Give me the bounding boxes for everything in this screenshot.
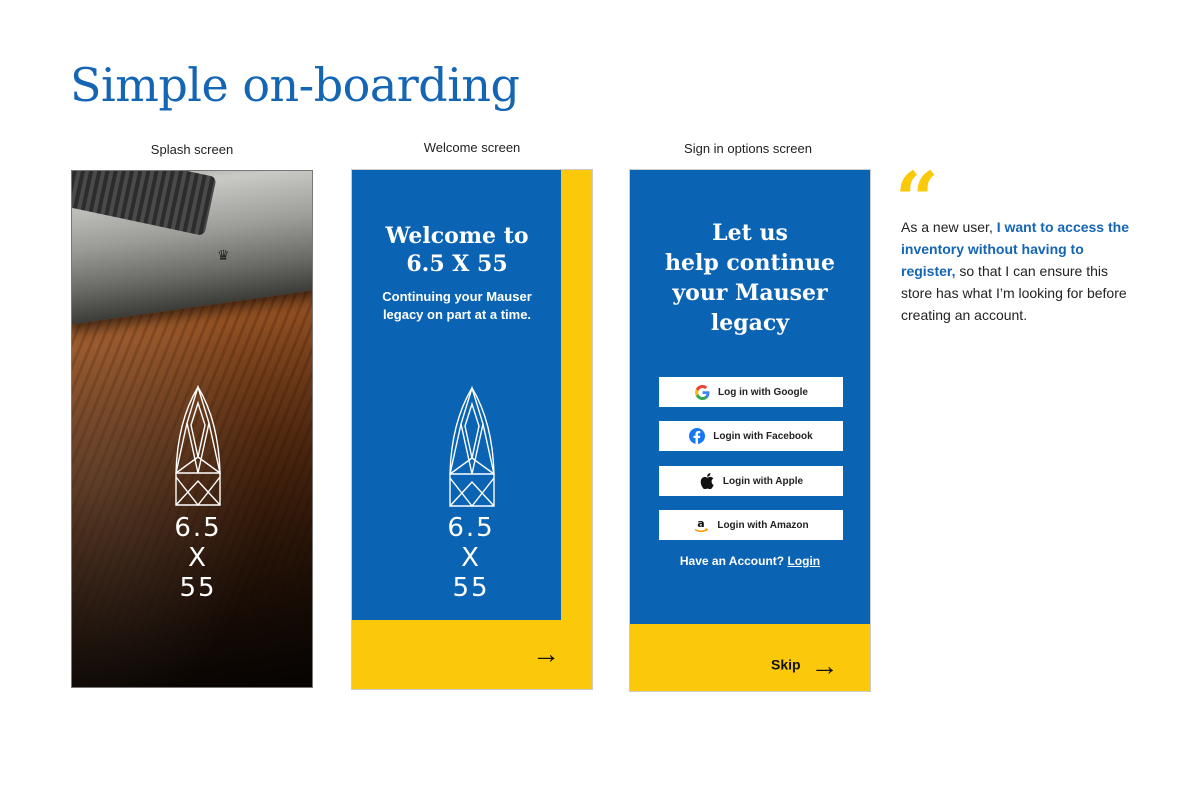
have-account-text: Have an Account? xyxy=(679,554,785,568)
apple-login-label: Login with Apple xyxy=(722,475,804,487)
signin-title: Let us help continue your Mauser legacy xyxy=(630,218,870,338)
skip-arrow-icon: → xyxy=(810,650,839,681)
welcome-subtitle-line: Continuing your Mauser xyxy=(382,289,532,304)
bullet-logo-icon xyxy=(174,385,222,507)
amazon-icon: a xyxy=(693,517,709,533)
next-arrow-icon[interactable]: → xyxy=(532,640,560,668)
logo-text-x: X xyxy=(461,543,481,573)
welcome-title-line: 6.5 X 55 xyxy=(406,251,508,277)
google-login-button[interactable]: Log in with Google xyxy=(659,377,843,407)
signin-title-line: legacy xyxy=(710,310,790,336)
svg-text:a: a xyxy=(698,517,705,530)
google-login-label: Log in with Google xyxy=(718,386,808,398)
logo-text-55: 55 xyxy=(452,573,490,603)
quote-text-before: As a new user, xyxy=(901,219,997,235)
logo-text-x: X xyxy=(188,543,208,573)
facebook-login-button[interactable]: Login with Facebook xyxy=(659,421,843,451)
user-story-quote: As a new user, I want to access the inve… xyxy=(901,216,1141,326)
splash-screen: ♛ 6.5 X 55 xyxy=(71,170,313,688)
yellow-side-band xyxy=(561,170,592,689)
welcome-subtitle-line: legacy on part at a time. xyxy=(382,307,532,322)
have-account-prompt: Have an Account? Login xyxy=(630,554,870,568)
page-title: Simple on-boarding xyxy=(70,58,520,112)
amazon-login-label: Login with Amazon xyxy=(717,519,809,531)
welcome-title-line: Welcome to xyxy=(385,223,529,249)
skip-button[interactable]: Skip → xyxy=(771,650,838,682)
signin-title-line: your Mauser xyxy=(672,280,828,306)
signin-title-line: help continue xyxy=(665,250,835,276)
bullet-logo-icon xyxy=(448,386,496,508)
signin-title-line: Let us xyxy=(712,220,788,246)
welcome-screen-label: Welcome screen xyxy=(423,140,521,155)
apple-login-button[interactable]: Login with Apple xyxy=(659,466,843,496)
welcome-subtitle: Continuing your Mauser legacy on part at… xyxy=(352,288,562,324)
welcome-screen: Welcome to 6.5 X 55 Continuing your Maus… xyxy=(351,169,593,690)
logo-text-65: 6.5 xyxy=(447,513,495,543)
facebook-login-label: Login with Facebook xyxy=(713,430,813,442)
facebook-icon xyxy=(689,428,706,444)
logo-text-55: 55 xyxy=(179,573,217,603)
welcome-title: Welcome to 6.5 X 55 xyxy=(352,222,562,278)
crown-mark-icon: ♛ xyxy=(217,247,230,263)
splash-screen-label: Splash screen xyxy=(150,142,234,157)
login-link[interactable]: Login xyxy=(787,554,820,568)
amazon-login-button[interactable]: a Login with Amazon xyxy=(659,510,843,540)
apple-icon xyxy=(699,473,715,489)
google-icon xyxy=(694,384,710,400)
signin-screen-label: Sign in options screen xyxy=(684,141,812,156)
logo-text-65: 6.5 xyxy=(174,513,222,543)
signin-screen: Let us help continue your Mauser legacy … xyxy=(629,169,871,692)
skip-label: Skip xyxy=(771,656,801,673)
